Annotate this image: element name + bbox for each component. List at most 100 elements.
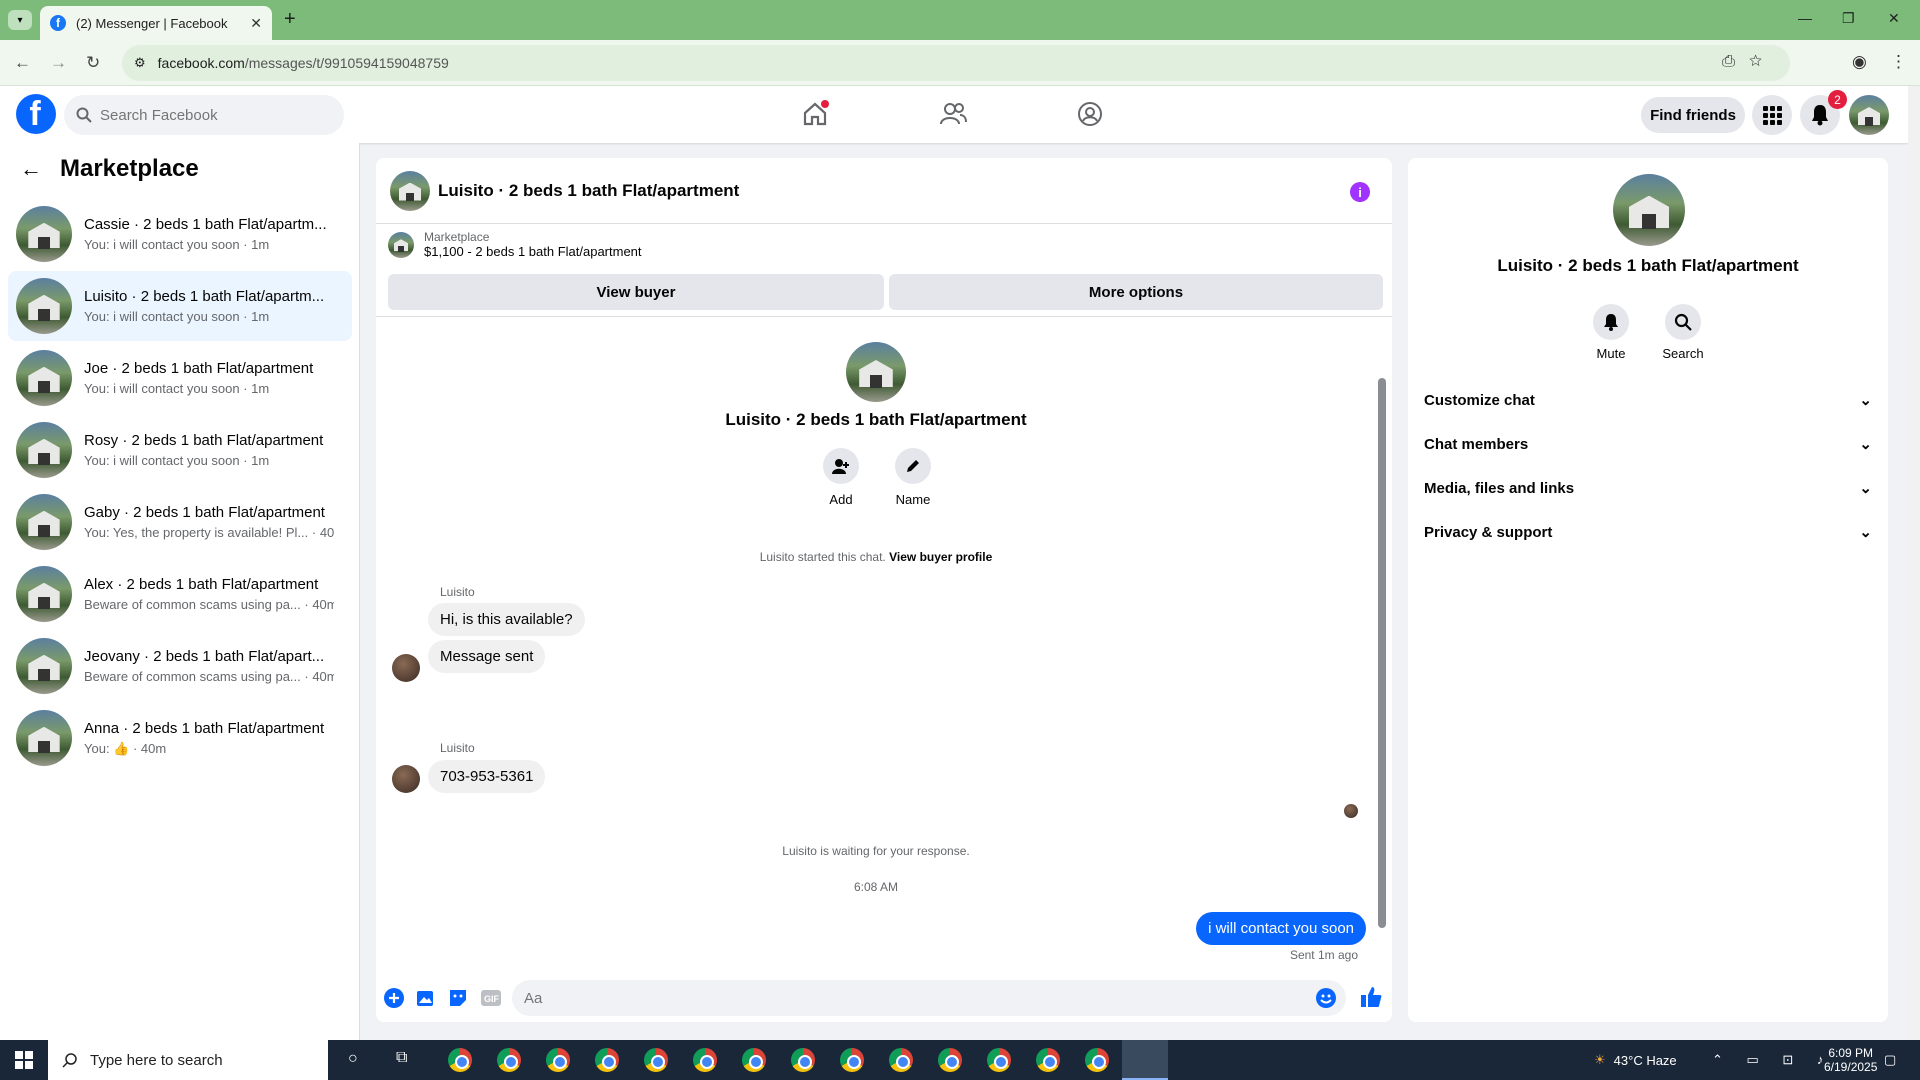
- incoming-message[interactable]: Hi, is this available?: [428, 603, 585, 636]
- tab-search-chevron-icon[interactable]: ▾: [8, 10, 32, 30]
- clock[interactable]: 6:09 PM 6/19/2025: [1824, 1040, 1877, 1080]
- profile-icon[interactable]: ◉: [1852, 52, 1867, 72]
- chrome-taskbar-icon[interactable]: [1036, 1048, 1060, 1072]
- chrome-taskbar-icon[interactable]: [1085, 1048, 1109, 1072]
- conversation-title: Cassie · 2 beds 1 bath Flat/apartm...: [84, 216, 327, 233]
- chrome-taskbar-icon[interactable]: [938, 1048, 962, 1072]
- view-buyer-profile-link[interactable]: View buyer profile: [889, 550, 992, 564]
- conversation-preview: You: i will contact you soon · 1m: [84, 453, 270, 468]
- chrome-taskbar-icon[interactable]: [448, 1048, 472, 1072]
- taskbar-search[interactable]: Type here to search: [48, 1040, 328, 1080]
- browser-tab[interactable]: f (2) Messenger | Facebook ✕: [40, 6, 272, 40]
- message-input[interactable]: [524, 989, 1304, 1007]
- minimize-icon[interactable]: —: [1798, 10, 1812, 26]
- incoming-message[interactable]: 703-953-5361: [428, 760, 546, 793]
- page-scrollbar[interactable]: [1908, 86, 1920, 1040]
- bookmark-star-icon[interactable]: ☆: [1749, 53, 1776, 70]
- notifications-center-icon[interactable]: ▢: [1884, 1040, 1896, 1080]
- gif-icon[interactable]: GIF: [480, 988, 502, 1013]
- media-files-section[interactable]: Media, files and links ⌄: [1424, 468, 1872, 508]
- active-app-taskbar-icon[interactable]: [1122, 1040, 1168, 1080]
- menu-grid-icon[interactable]: [1752, 95, 1792, 135]
- conversation-item[interactable]: Anna · 2 beds 1 bath Flat/apartment You: …: [8, 703, 352, 773]
- scrollbar-thumb[interactable]: [1378, 378, 1386, 928]
- facebook-header: f Find friends 2: [0, 86, 1908, 143]
- back-icon[interactable]: ←: [14, 53, 31, 73]
- reload-icon[interactable]: ↻: [86, 53, 100, 73]
- windows-start-icon[interactable]: [0, 1040, 48, 1080]
- site-info-icon[interactable]: ⚙: [134, 55, 146, 71]
- mute-button[interactable]: Mute: [1581, 304, 1641, 361]
- chrome-taskbar-icon[interactable]: [742, 1048, 766, 1072]
- customize-chat-section[interactable]: Customize chat ⌄: [1424, 380, 1872, 420]
- chrome-taskbar-icon[interactable]: [497, 1048, 521, 1072]
- conversation-item[interactable]: Joe · 2 beds 1 bath Flat/apartment You: i…: [8, 343, 352, 413]
- chat-members-section[interactable]: Chat members ⌄: [1424, 424, 1872, 464]
- forward-icon[interactable]: →: [50, 53, 67, 73]
- sticker-icon[interactable]: [448, 988, 468, 1013]
- chat-title[interactable]: Luisito · 2 beds 1 bath Flat/apartment: [438, 181, 739, 201]
- incoming-message[interactable]: Message sent: [428, 640, 546, 673]
- view-buyer-button[interactable]: View buyer: [388, 274, 884, 310]
- thumbs-up-icon[interactable]: [1360, 986, 1382, 1013]
- task-view-icon[interactable]: ⧉: [396, 1049, 407, 1067]
- chrome-taskbar-icon[interactable]: [840, 1048, 864, 1072]
- search-icon: [76, 107, 92, 123]
- chat-profile-avatar[interactable]: [846, 342, 906, 402]
- menu-dots-icon[interactable]: ⋮: [1890, 52, 1907, 72]
- search-in-chat-button[interactable]: Search: [1653, 304, 1713, 361]
- close-window-icon[interactable]: ✕: [1888, 10, 1900, 27]
- conversation-item[interactable]: Alex · 2 beds 1 bath Flat/apartment Bewar…: [8, 559, 352, 629]
- chrome-taskbar-icon[interactable]: [644, 1048, 668, 1072]
- find-friends-button[interactable]: Find friends: [1641, 97, 1745, 133]
- close-tab-icon[interactable]: ✕: [250, 15, 262, 32]
- message-input-box[interactable]: [512, 980, 1346, 1016]
- sender-avatar[interactable]: [392, 765, 420, 793]
- conversation-item-active[interactable]: Luisito · 2 beds 1 bath Flat/apartm... Yo…: [8, 271, 352, 341]
- new-tab-icon[interactable]: +: [284, 8, 296, 31]
- groups-icon[interactable]: [1070, 96, 1110, 132]
- chat-panel: Luisito · 2 beds 1 bath Flat/apartment i…: [376, 158, 1392, 1022]
- install-app-icon[interactable]: ⎙: [1722, 53, 1749, 70]
- add-people-button[interactable]: Add: [811, 448, 871, 507]
- privacy-support-section[interactable]: Privacy & support ⌄: [1424, 512, 1872, 552]
- panel-title: Marketplace: [60, 155, 199, 182]
- search-box[interactable]: [64, 95, 344, 135]
- details-avatar[interactable]: [1613, 174, 1685, 246]
- conversation-item[interactable]: Jeovany · 2 beds 1 bath Flat/apart... Bew…: [8, 631, 352, 701]
- conversation-item[interactable]: Rosy · 2 beds 1 bath Flat/apartment You: …: [8, 415, 352, 485]
- chat-header-avatar[interactable]: [390, 170, 430, 211]
- chrome-taskbar-icon[interactable]: [889, 1048, 913, 1072]
- listing-summary[interactable]: Marketplace $1,100 - 2 beds 1 bath Flat/a…: [388, 230, 642, 259]
- chrome-taskbar-icon[interactable]: [546, 1048, 570, 1072]
- friends-icon[interactable]: [933, 96, 973, 132]
- more-options-button[interactable]: More options: [889, 274, 1383, 310]
- chat-scrollbar[interactable]: [1378, 358, 1386, 928]
- conversation-title: Rosy · 2 beds 1 bath Flat/apartment: [84, 432, 324, 449]
- facebook-logo-icon[interactable]: f: [16, 94, 56, 134]
- address-bar[interactable]: ⚙ facebook.com/messages/t/99105941590487…: [122, 45, 1790, 81]
- weather-widget[interactable]: ☀ 43°C Haze: [1594, 1040, 1677, 1080]
- chrome-taskbar-icon[interactable]: [693, 1048, 717, 1072]
- home-icon[interactable]: [795, 96, 835, 132]
- restore-icon[interactable]: ❐: [1842, 10, 1855, 27]
- emoji-icon[interactable]: [1316, 988, 1336, 1013]
- chrome-taskbar-icon[interactable]: [595, 1048, 619, 1072]
- marketplace-label: Marketplace: [424, 230, 490, 244]
- conversation-item[interactable]: Cassie · 2 beds 1 bath Flat/apartm... You…: [8, 199, 352, 269]
- outgoing-message[interactable]: i will contact you soon: [1196, 912, 1366, 945]
- conversation-item[interactable]: Gaby · 2 beds 1 bath Flat/apartment You: …: [8, 487, 352, 557]
- chrome-taskbar-icon[interactable]: [987, 1048, 1011, 1072]
- info-icon[interactable]: i: [1350, 182, 1370, 202]
- name-chat-button[interactable]: Name: [883, 448, 943, 507]
- photo-icon[interactable]: [416, 988, 436, 1013]
- back-arrow-icon[interactable]: ←: [20, 156, 42, 182]
- plus-circle-icon[interactable]: [384, 988, 404, 1013]
- sender-avatar[interactable]: [392, 654, 420, 682]
- cortana-icon[interactable]: ○: [348, 1050, 358, 1068]
- chrome-taskbar-icon[interactable]: [791, 1048, 815, 1072]
- system-tray-icons[interactable]: ⌃ ▭ ⊡ ♪: [1712, 1040, 1833, 1080]
- conversation-title: Gaby · 2 beds 1 bath Flat/apartment: [84, 504, 325, 521]
- account-avatar[interactable]: [1849, 95, 1889, 135]
- search-input[interactable]: [100, 106, 300, 124]
